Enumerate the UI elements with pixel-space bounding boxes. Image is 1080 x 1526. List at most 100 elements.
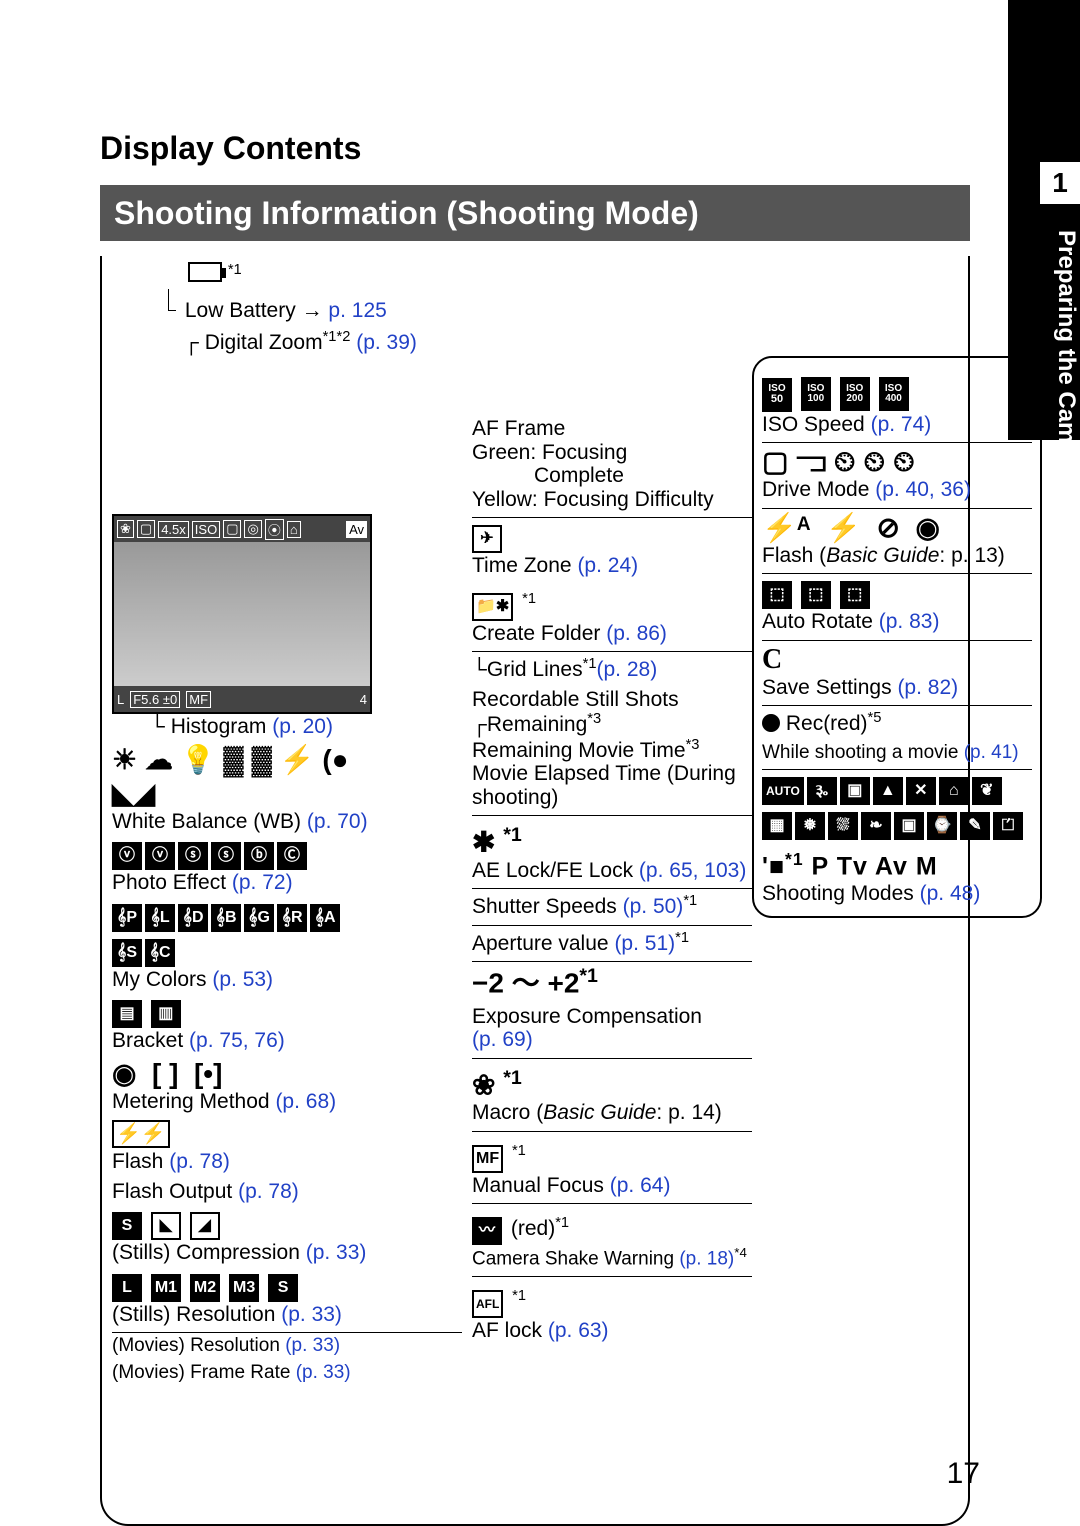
rec-label: Rec(red) — [786, 712, 868, 735]
exp-note: *1 — [579, 965, 598, 987]
create-folder-page-link[interactable]: (p. 86) — [606, 622, 667, 645]
mf-label: Manual Focus — [472, 1174, 604, 1197]
rec-l4: Movie Elapsed Time (During shooting) — [472, 762, 752, 809]
shooting-modes-page-link[interactable]: (p. 48) — [920, 882, 981, 905]
histogram-page-link[interactable]: (p. 20) — [272, 715, 333, 738]
rec-n3: *3 — [686, 737, 700, 753]
movie-label: While shooting a movie — [762, 742, 958, 763]
shake-n1: *1 — [555, 1215, 569, 1231]
mf-note: *1 — [512, 1143, 526, 1159]
shake-red: (red) — [511, 1217, 555, 1240]
shake-label: Camera Shake Warning — [472, 1248, 674, 1269]
auto-rotate-label: Auto Rotate — [762, 610, 873, 633]
afl-label: AF lock — [472, 1319, 542, 1342]
my-colors-label: My Colors — [112, 968, 207, 991]
digital-zoom-label: Digital Zoom — [205, 331, 323, 354]
page-number: 17 — [947, 1457, 980, 1491]
auto-rotate-page-link[interactable]: (p. 83) — [879, 610, 940, 633]
stills-res-page-link[interactable]: (p. 33) — [281, 1303, 342, 1326]
drive-label: Drive Mode — [762, 478, 869, 501]
ae-lock-label: AE Lock/FE Lock — [472, 859, 633, 882]
flash-power-icon: ⚡⚡ — [112, 1119, 462, 1149]
metering-page-link[interactable]: (p. 68) — [275, 1090, 336, 1113]
compression-icons: S ◣ ◢ — [112, 1209, 462, 1240]
photo-effect-icons: ⓥⓥⓢⓢⓑⒸ — [112, 839, 462, 870]
movie-page-link[interactable]: (p. 41) — [964, 742, 1019, 763]
afl-page-link[interactable]: (p. 63) — [548, 1319, 609, 1342]
iso-label: ISO Speed — [762, 413, 865, 436]
macro-page: : p. 14) — [656, 1101, 721, 1124]
modes-note: *1 — [785, 849, 804, 869]
iso-icons: ISO50 ISO100 ISO200 ISO400 — [762, 370, 1032, 412]
my-colors-page-link[interactable]: (p. 53) — [212, 968, 273, 991]
page-title: Display Contents — [100, 130, 361, 167]
stills-comp-page-link[interactable]: (p. 33) — [306, 1241, 367, 1264]
rec-note: *5 — [868, 710, 882, 726]
histogram-label: Histogram — [171, 715, 267, 738]
aperture-page-link[interactable]: (p. 51) — [614, 932, 675, 955]
drive-page-link[interactable]: (p. 40, 36) — [875, 478, 971, 501]
create-folder-label: Create Folder — [472, 622, 600, 645]
stills-res-label: (Stills) Resolution — [112, 1303, 275, 1326]
shutter-page-link[interactable]: (p. 50) — [623, 895, 684, 918]
right-flash-guide: Basic Guide — [826, 544, 939, 567]
note-1-2: *1*2 — [323, 329, 351, 345]
time-zone-label: Time Zone — [472, 554, 572, 577]
grid-lines-note: *1 — [583, 656, 597, 672]
bracket-page-link[interactable]: (p. 75, 76) — [189, 1029, 285, 1052]
af-frame-l3: Complete — [472, 464, 752, 488]
scene-icons-row1: AUTO૱▣▲✕⌂❦ — [762, 774, 1032, 805]
metering-icons: ◉ [ ] [•] — [112, 1059, 462, 1089]
time-zone-page-link[interactable]: (p. 24) — [577, 554, 638, 577]
wb-page-link[interactable]: (p. 70) — [307, 810, 368, 833]
shooting-modes-label: Shooting Modes — [762, 882, 914, 905]
section-side-label: Preparing the Camera — [1040, 230, 1080, 479]
iso-page-link[interactable]: (p. 74) — [871, 413, 932, 436]
grid-lines-label: Grid Lines — [487, 658, 583, 681]
ae-lock-page-link[interactable]: (p. 65, 103) — [639, 859, 746, 882]
shutter-note: *1 — [683, 893, 697, 909]
ae-lock-icon: ✱ — [472, 827, 495, 858]
rec-dot-icon — [762, 714, 780, 732]
right-column-box: ISO50 ISO100 ISO200 ISO400 ISO Speed (p.… — [752, 356, 1042, 918]
exp-page-link[interactable]: (p. 69) — [472, 1028, 533, 1051]
macro-icon: ❀ — [472, 1069, 495, 1100]
shake-icon: 〰 — [472, 1217, 502, 1245]
photo-effect-page-link[interactable]: (p. 72) — [232, 871, 293, 894]
shake-n4: *4 — [734, 1245, 747, 1260]
macro-guide: Basic Guide — [543, 1101, 656, 1124]
mf-page-link[interactable]: (p. 64) — [610, 1174, 671, 1197]
mode-bar: '■*1 P Tv Av M — [762, 844, 1032, 881]
bracket-label: Bracket — [112, 1029, 183, 1052]
grid-lines-page-link[interactable]: (p. 28) — [597, 658, 658, 681]
afl-icon: AFL — [472, 1290, 503, 1318]
exp-label: Exposure Compensation — [472, 1005, 702, 1028]
digital-zoom-page-link[interactable]: (p. 39) — [356, 331, 417, 354]
low-battery-page-link[interactable]: p. 125 — [328, 299, 386, 322]
macro-note: *1 — [503, 1067, 522, 1089]
left-column: *1 Low Battery → p. 125 ┌ Digital Zoom*1… — [112, 262, 462, 1390]
right-flash-page: : p. 13) — [939, 544, 1004, 567]
save-settings-page-link[interactable]: (p. 82) — [897, 676, 958, 699]
shutter-label: Shutter Speeds — [472, 895, 617, 918]
wb-custom-icon: ◣◢ — [112, 779, 462, 809]
middle-column: AF Frame Green: Focusing Complete Yellow… — [472, 416, 752, 1348]
low-battery-label: Low Battery → — [185, 299, 323, 322]
photo-effect-label: Photo Effect — [112, 871, 226, 894]
resolution-icons: L M1 M2 M3 S — [112, 1271, 462, 1302]
af-frame-l1: AF Frame — [472, 417, 752, 441]
movies-res-label: (Movies) Resolution — [112, 1335, 280, 1356]
lcd-sample-screenshot: ❀▢4.5xISO▢◎⦿⌂Av LF5.6 ±0MF4 — [112, 514, 372, 714]
drive-icons: ▢ ⫎ ⏲ ⏲ ⏲ — [762, 447, 1032, 477]
footnote-1: *1 — [228, 262, 242, 278]
movies-fr-page-link[interactable]: (p. 33) — [296, 1362, 351, 1383]
diagram-panel: *1 Low Battery → p. 125 ┌ Digital Zoom*1… — [100, 256, 970, 1526]
flash-page-link[interactable]: (p. 78) — [169, 1150, 230, 1173]
afl-note: *1 — [512, 1288, 526, 1304]
metering-label: Metering Method — [112, 1090, 270, 1113]
rec-l3: Remaining Movie Time — [472, 739, 686, 762]
movies-res-page-link[interactable]: (p. 33) — [285, 1335, 340, 1356]
shake-page-link[interactable]: (p. 18) — [679, 1248, 734, 1269]
flash-output-page-link[interactable]: (p. 78) — [238, 1180, 299, 1203]
flash-output-label: Flash Output — [112, 1180, 232, 1203]
